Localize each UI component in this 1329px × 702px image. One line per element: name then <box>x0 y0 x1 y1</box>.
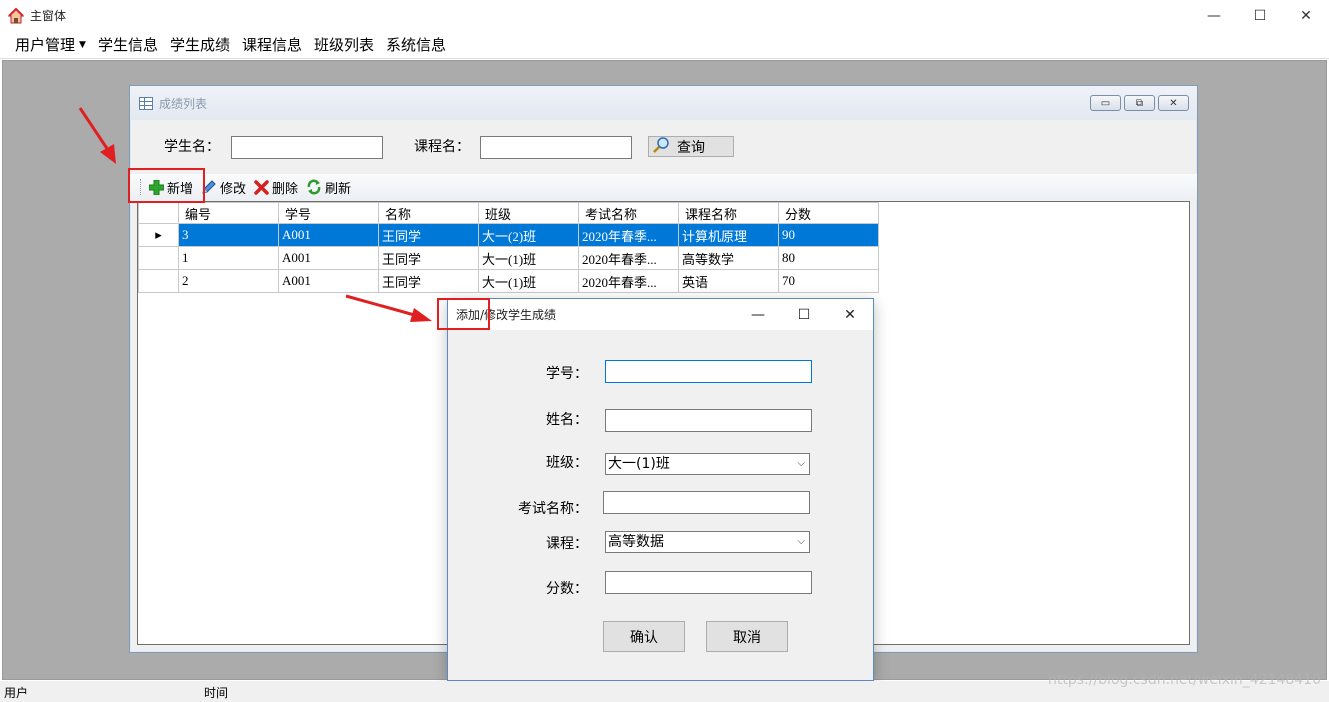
row-header <box>138 246 179 270</box>
score-input[interactable] <box>605 571 812 594</box>
table-cell[interactable]: 3 <box>178 223 279 247</box>
name-label: 姓名： <box>546 412 588 428</box>
exam-name-input[interactable] <box>603 491 810 514</box>
chevron-down-icon: ⌵ <box>797 458 805 469</box>
delete-x-icon <box>254 179 269 195</box>
menu-student-scores[interactable]: 学生成绩 <box>164 32 236 58</box>
course-label: 课程： <box>546 536 588 552</box>
child-restore-button[interactable]: ⧉ <box>1124 95 1155 111</box>
class-label: 班级： <box>546 455 588 471</box>
table-cell[interactable]: 英语 <box>678 269 779 293</box>
main-window-title: 主窗体 <box>30 9 67 23</box>
table-cell[interactable]: A001 <box>278 246 379 270</box>
student-no-input[interactable] <box>605 360 812 383</box>
maximize-button[interactable]: ☐ <box>1237 0 1283 31</box>
student-name-input[interactable] <box>231 136 383 159</box>
student-name-label: 学生名： <box>164 139 220 155</box>
row-selector-icon: ▸ <box>138 223 179 247</box>
close-button[interactable]: ✕ <box>1283 0 1329 31</box>
search-icon <box>653 136 671 157</box>
watermark: https://blog.csdn.net/weixin_42148410 <box>1047 672 1321 688</box>
table-cell[interactable]: 2 <box>178 269 279 293</box>
edit-button[interactable]: 修改 <box>201 178 246 197</box>
cancel-button[interactable]: 取消 <box>706 621 788 652</box>
dialog-maximize-button[interactable]: ☐ <box>781 299 827 330</box>
score-label: 分数： <box>546 581 588 597</box>
row-header <box>138 269 179 293</box>
delete-button[interactable]: 删除 <box>254 178 298 197</box>
table-cell[interactable]: A001 <box>278 223 379 247</box>
column-header-course[interactable]: 课程名称 <box>678 202 779 224</box>
child-minimize-button[interactable]: ▭ <box>1090 95 1121 111</box>
child-close-button[interactable]: ✕ <box>1158 95 1189 111</box>
query-button[interactable]: 查询 <box>648 136 734 157</box>
column-header-id[interactable]: 编号 <box>178 202 279 224</box>
table-header-row: 编号 学号 名称 班级 考试名称 课程名称 分数 <box>138 202 879 224</box>
table-cell[interactable]: 2020年春季... <box>578 269 679 293</box>
annotation-highlight-add <box>128 168 205 203</box>
menu-student-info[interactable]: 学生信息 <box>92 32 164 58</box>
student-no-label: 学号： <box>546 366 588 382</box>
chevron-down-icon: ⌵ <box>797 536 805 547</box>
refresh-button[interactable]: 刷新 <box>306 178 351 197</box>
annotation-highlight-dialog-title <box>437 298 490 330</box>
course-select[interactable]: 高等数据 ⌵ <box>605 531 810 553</box>
menu-course-info[interactable]: 课程信息 <box>236 32 308 58</box>
minimize-button[interactable]: — <box>1191 0 1237 31</box>
child-titlebar: 成绩列表 ▭ ⧉ ✕ <box>130 86 1197 120</box>
status-user-label: 用户 <box>4 686 29 700</box>
class-select[interactable]: 大一(1)班 ⌵ <box>605 453 810 475</box>
dialog-minimize-button[interactable]: — <box>735 299 781 330</box>
table-cell[interactable]: 王同学 <box>378 223 479 247</box>
row-header-corner <box>138 202 179 224</box>
column-header-class[interactable]: 班级 <box>478 202 579 224</box>
column-header-name[interactable]: 名称 <box>378 202 479 224</box>
confirm-button[interactable]: 确认 <box>603 621 685 652</box>
toolbar: 新增 修改 删除 刷新 <box>130 174 1197 200</box>
table-cell[interactable]: 70 <box>778 269 879 293</box>
menu-user-management[interactable]: 用户管理 ▼ <box>9 32 92 58</box>
table-cell[interactable]: 90 <box>778 223 879 247</box>
table-cell[interactable]: 1 <box>178 246 279 270</box>
column-header-score[interactable]: 分数 <box>778 202 879 224</box>
table-cell[interactable]: 王同学 <box>378 246 479 270</box>
table-cell[interactable]: 高等数学 <box>678 246 779 270</box>
menu-system-info[interactable]: 系统信息 <box>380 32 452 58</box>
add-edit-score-dialog: 添加/修改学生成绩 — ☐ ✕ 学号： 姓名： 班级： 大一(1)班 ⌵ 考试名… <box>447 298 874 681</box>
table-row[interactable]: 2 A001 王同学 大一(1)班 2020年春季... 英语 70 <box>138 269 879 293</box>
table-icon <box>139 96 153 110</box>
dialog-titlebar: 添加/修改学生成绩 — ☐ ✕ <box>448 299 873 330</box>
menubar: 用户管理 ▼ 学生信息 学生成绩 课程信息 班级列表 系统信息 <box>0 31 1329 59</box>
exam-name-label: 考试名称： <box>518 501 588 517</box>
table-row[interactable]: 1 A001 王同学 大一(1)班 2020年春季... 高等数学 80 <box>138 246 879 270</box>
score-table: 编号 学号 名称 班级 考试名称 课程名称 分数 ▸ 3 A001 王同学 大一… <box>138 202 879 293</box>
table-cell[interactable]: 大一(1)班 <box>478 246 579 270</box>
menu-class-list[interactable]: 班级列表 <box>308 32 380 58</box>
table-cell[interactable]: 2020年春季... <box>578 223 679 247</box>
table-cell[interactable]: 计算机原理 <box>678 223 779 247</box>
name-input[interactable] <box>605 409 812 432</box>
caret-down-icon: ▼ <box>79 40 86 50</box>
table-cell[interactable]: 2020年春季... <box>578 246 679 270</box>
course-name-input[interactable] <box>480 136 632 159</box>
table-cell[interactable]: 80 <box>778 246 879 270</box>
dialog-close-button[interactable]: ✕ <box>827 299 873 330</box>
table-cell[interactable]: 大一(1)班 <box>478 269 579 293</box>
status-time-label: 时间 <box>204 686 229 700</box>
column-header-student-no[interactable]: 学号 <box>278 202 379 224</box>
refresh-icon <box>307 179 321 195</box>
child-window-title: 成绩列表 <box>159 96 208 111</box>
main-titlebar: 主窗体 — ☐ ✕ <box>0 0 1329 31</box>
table-row[interactable]: ▸ 3 A001 王同学 大一(2)班 2020年春季... 计算机原理 90 <box>138 223 879 247</box>
table-cell[interactable]: 王同学 <box>378 269 479 293</box>
column-header-exam[interactable]: 考试名称 <box>578 202 679 224</box>
home-icon <box>8 7 24 24</box>
table-cell[interactable]: A001 <box>278 269 379 293</box>
table-cell[interactable]: 大一(2)班 <box>478 223 579 247</box>
search-row: 学生名： 课程名： 查询 <box>130 135 1197 161</box>
course-name-label: 课程名： <box>414 139 470 155</box>
